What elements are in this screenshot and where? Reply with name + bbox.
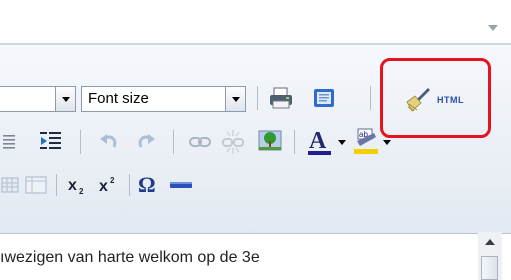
editor-scrollbar[interactable] [478,232,502,280]
font-size-dropdown-arrow-icon[interactable] [225,87,245,111]
html-button-highlight [380,58,491,138]
redo-icon[interactable] [134,130,158,154]
indent-icon[interactable] [38,128,66,156]
outdent-icon[interactable] [0,130,20,154]
svg-text:x: x [68,177,77,194]
image-icon[interactable] [257,128,283,154]
top-scroll-strip [0,0,511,40]
svg-text:2: 2 [79,187,84,196]
toolbar-separator [80,130,81,154]
table-icon[interactable] [0,174,20,196]
toolbar-separator [257,86,258,110]
superscript-icon[interactable]: x 2 [97,172,121,198]
preview-icon[interactable] [312,86,336,110]
editor-content-text[interactable]: ıwezigen van harte welkom op de 3e [0,249,260,267]
print-icon[interactable] [268,85,294,111]
svg-text:Ω: Ω [138,172,156,197]
toolbar-separator [294,130,295,154]
unlink-icon[interactable] [220,128,246,156]
scroll-up-arrow-icon[interactable] [481,234,499,250]
font-size-select-label: Font size [88,90,149,107]
toolbar-separator [173,130,174,154]
text-color-dropdown-icon[interactable] [337,137,347,147]
scroll-down-arrow-icon[interactable] [484,20,502,36]
svg-text:A: A [309,128,327,154]
svg-text:2: 2 [110,176,115,185]
toolbar-separator [370,86,371,110]
scrollbar-thumb[interactable] [481,256,498,280]
svg-text:x: x [99,178,108,195]
table-cell-icon[interactable] [24,173,48,197]
toolbar-separator [129,174,130,196]
horizontal-rule-icon[interactable] [168,176,194,194]
undo-icon[interactable] [97,130,121,154]
format-dropdown-arrow-icon[interactable] [55,87,75,111]
subscript-icon[interactable]: x 2 [66,172,90,198]
toolbar-separator [56,174,57,196]
font-size-select[interactable]: Font size [81,86,246,112]
link-icon[interactable] [187,131,213,153]
background-color-icon[interactable]: ab [351,126,381,158]
background-color-dropdown-icon[interactable] [382,137,392,147]
format-select[interactable] [0,86,76,112]
special-character-icon[interactable]: Ω [136,171,162,199]
text-color-icon[interactable]: A [306,126,336,158]
